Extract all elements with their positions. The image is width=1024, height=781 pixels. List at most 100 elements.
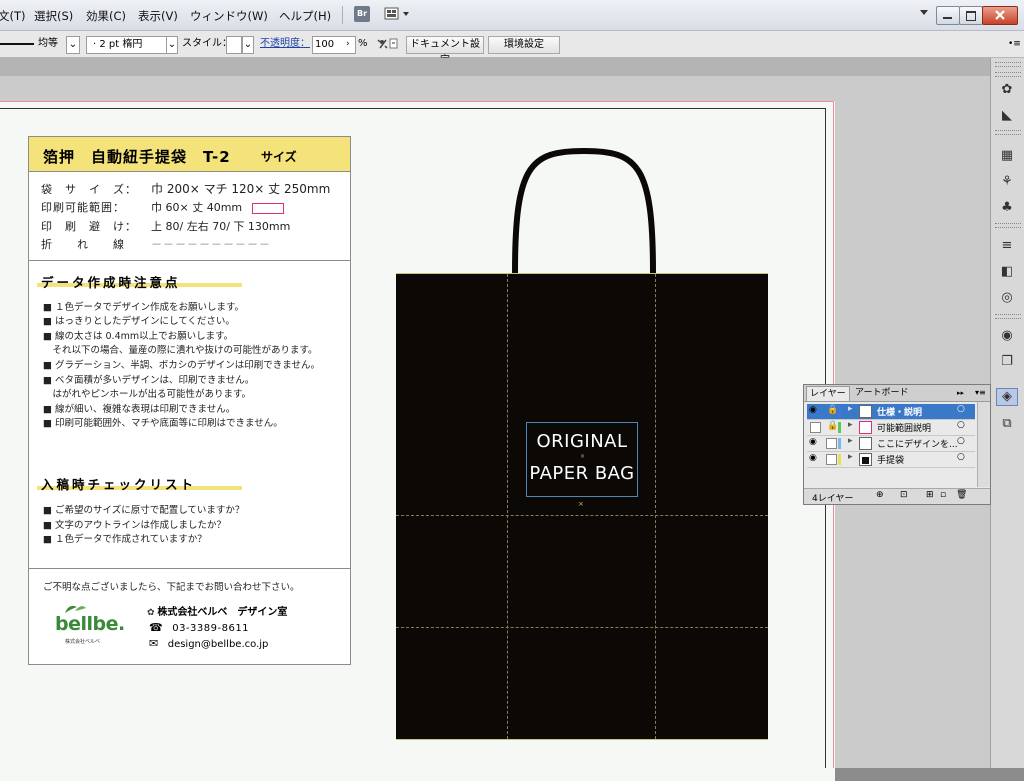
dock-grip[interactable] — [995, 130, 1021, 135]
dock-grip[interactable] — [995, 72, 1021, 77]
panel-menu-icon[interactable]: •≡ — [1008, 36, 1022, 52]
visibility-eye-icon[interactable] — [810, 422, 821, 433]
gradient-icon[interactable]: ◣ — [998, 108, 1016, 124]
layers-panel-tabs: レイヤー アートボード ▸▸ ▾≡ — [804, 385, 990, 402]
note-item: ■ ベタ面積が多いデザインは、印刷できません。 — [43, 375, 255, 386]
spec-row-fold-line: 折 れ 線 －－－－－－－－－－ — [41, 236, 271, 252]
menu-view[interactable]: 表示(V) — [138, 8, 178, 24]
bag-thumbnail-fill — [862, 457, 869, 464]
expand-arrow-icon[interactable]: ▸ — [848, 436, 853, 446]
lock-icon[interactable] — [826, 454, 837, 465]
layer-row[interactable]: ◉ ▸ ここにデザインを... ○ — [807, 436, 975, 452]
dock-grip[interactable] — [995, 314, 1021, 319]
dock-grip[interactable] — [995, 62, 1021, 67]
target-circle-icon[interactable]: ○ — [957, 420, 965, 430]
minimize-icon — [943, 17, 952, 19]
spec-row-value: －－－－－－－－－－ — [151, 238, 271, 251]
bridge-icon[interactable]: Br — [354, 6, 370, 22]
stroke-style-dropdown[interactable]: ⌄ — [66, 36, 80, 54]
lock-icon[interactable]: 🔒 — [827, 421, 838, 431]
opacity-arrow-icon[interactable]: › — [346, 36, 350, 52]
restore-button[interactable] — [959, 6, 983, 25]
target-circle-icon[interactable]: ○ — [957, 436, 965, 446]
panel-menu-icon[interactable]: ▾≡ — [972, 386, 989, 400]
stroke-weight-field[interactable]: · 2 pt 楕円 — [86, 36, 172, 54]
layers-icon[interactable]: ◈ — [996, 388, 1018, 406]
visibility-eye-icon[interactable]: ◉ — [809, 405, 817, 415]
visibility-eye-icon[interactable]: ◉ — [809, 437, 817, 447]
preferences-button[interactable]: 環境設定 — [488, 36, 560, 54]
tab-artboards[interactable]: アートボード — [852, 386, 911, 400]
minimize-button[interactable] — [936, 6, 960, 25]
locate-object-icon[interactable]: ⊕ — [876, 490, 884, 500]
lock-icon[interactable]: 🔒 — [827, 405, 838, 415]
menu-bar: 文(T) 選択(S) 効果(C) 表示(V) ウィンドウ(W) ヘルプ(H) B… — [0, 0, 1024, 31]
spec-row-label: 印 刷 避 け： — [41, 220, 137, 233]
right-panel-dock: ✿ ◣ ▦ ⚘ ♣ ≡ ◧ ◎ ◉ ❐ ◈ ⧉ — [990, 58, 1024, 768]
layer-count: 4レイヤー — [812, 494, 854, 504]
layer-thumbnail — [859, 453, 872, 466]
menu-window[interactable]: ウィンドウ(W) — [190, 8, 268, 24]
document-setup-button[interactable]: ドキュメント設定 — [406, 36, 484, 66]
paper-bag-body[interactable]: ORIGINAL × PAPER BAG × — [396, 273, 768, 740]
new-sublayer-icon[interactable]: ⊞ — [926, 490, 934, 500]
opacity-link[interactable]: 不透明度： — [260, 36, 310, 52]
arrange-documents-icon[interactable] — [384, 6, 409, 22]
symbols-icon[interactable]: ♣ — [998, 200, 1016, 216]
graphic-styles-icon[interactable]: ◉ — [998, 328, 1016, 344]
delete-layer-icon[interactable]: 🗑 — [956, 490, 967, 500]
appearance-icon[interactable]: ◎ — [998, 290, 1016, 306]
layer-thumbnail — [859, 405, 872, 418]
stroke-icon[interactable]: ≡ — [998, 238, 1016, 254]
close-button[interactable] — [982, 6, 1018, 25]
menu-select[interactable]: 選択(S) — [34, 8, 73, 24]
dock-grip[interactable] — [995, 223, 1021, 228]
expand-arrow-icon[interactable]: ▸ — [848, 452, 853, 462]
swatches-icon[interactable]: ▦ — [998, 148, 1016, 164]
expand-arrow-icon[interactable]: ▸ — [848, 404, 853, 414]
tab-layers[interactable]: レイヤー — [806, 386, 850, 401]
make-clipping-mask-icon[interactable]: ⊡ — [900, 490, 908, 500]
layer-name: ここにデザインを... — [877, 440, 958, 450]
company-name: 株式会社ベルベ デザイン室 — [157, 607, 288, 618]
workspace-dropdown-icon[interactable] — [920, 10, 928, 15]
layer-row[interactable]: ◉ 🔒 ▸ 仕様・説明 ○ — [807, 404, 975, 420]
spec-row-print-area: 印刷可能範囲： 巾 60× 丈 40mm — [41, 199, 284, 215]
style-dropdown[interactable]: ⌄ — [242, 36, 254, 54]
checklist-item: ■ ご希望のサイズに原寸で配置していますか？ — [43, 505, 245, 516]
chevron-down-icon: ⌄ — [167, 39, 177, 50]
color-guide-icon[interactable]: ✿ — [998, 82, 1016, 98]
visibility-eye-icon[interactable]: ◉ — [809, 453, 817, 463]
checklist-item: ■ 文字のアウトラインは作成しましたか？ — [43, 520, 226, 531]
links-icon[interactable]: ⧉ — [998, 416, 1016, 432]
trim-line-top — [0, 108, 826, 109]
menu-effect[interactable]: 効果(C) — [86, 8, 126, 24]
lock-icon[interactable] — [826, 438, 837, 449]
spec-title-suffix: サイズ — [261, 150, 297, 164]
stroke-line-preview — [0, 43, 34, 45]
spec-title: 箔押 自動紐手提袋 T-2 — [43, 148, 231, 166]
stroke-style-value: 均等 — [38, 38, 58, 49]
recolor-icon[interactable] — [376, 36, 400, 52]
contact-divider — [29, 568, 350, 569]
layer-row[interactable]: 🔒 ▸ 可能範囲説明 ○ — [807, 420, 975, 436]
menu-text[interactable]: 文(T) — [0, 8, 26, 24]
phone-number: 03-3389-8611 — [172, 623, 250, 634]
target-circle-icon[interactable]: ○ — [957, 452, 965, 462]
collapse-panel-icon[interactable]: ▸▸ — [954, 386, 967, 400]
stroke-weight-dropdown[interactable]: ⌄ — [166, 36, 178, 54]
style-swatch[interactable] — [226, 36, 242, 54]
target-circle-icon[interactable]: ○ — [957, 404, 965, 414]
layers-scrollbar[interactable] — [977, 402, 990, 487]
brushes-icon[interactable]: ⚘ — [998, 174, 1016, 190]
transparency-icon[interactable]: ◧ — [998, 264, 1016, 280]
new-layer-icon[interactable]: ▫ — [940, 490, 946, 500]
menu-help[interactable]: ヘルプ(H) — [279, 8, 331, 24]
percent-sign: % — [358, 38, 368, 49]
checklist-item: ■ １色データで作成されていますか？ — [43, 534, 207, 545]
expand-arrow-icon[interactable]: ▸ — [848, 420, 853, 430]
artboards-icon[interactable]: ❐ — [998, 354, 1016, 370]
spec-divider — [29, 260, 350, 261]
bag-design-selection[interactable]: ORIGINAL × PAPER BAG — [526, 422, 638, 497]
layer-row[interactable]: ◉ ▸ 手提袋 ○ — [807, 452, 975, 468]
